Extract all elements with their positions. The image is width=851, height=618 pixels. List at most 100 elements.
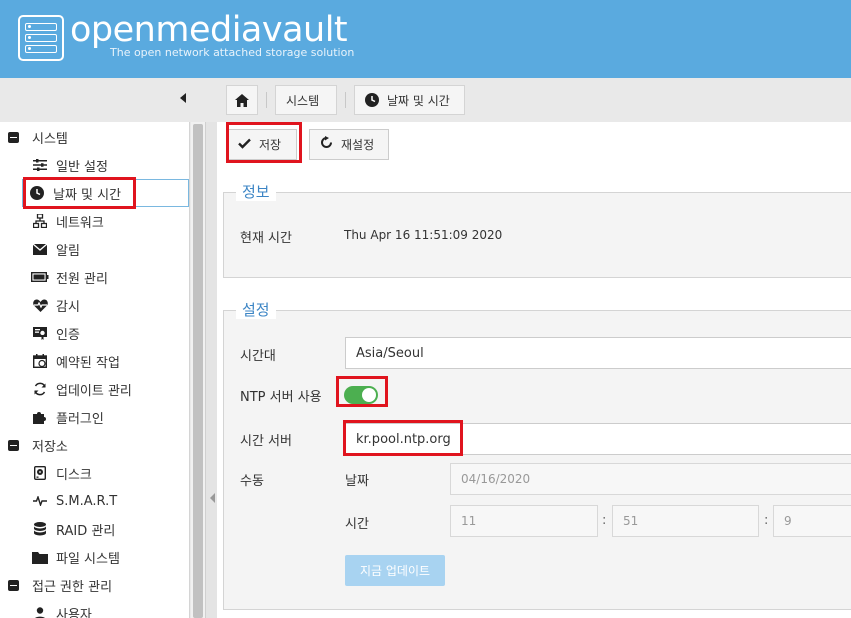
- logo-server-icon: [18, 15, 64, 61]
- time-server-value: kr.pool.ntp.org: [356, 431, 451, 447]
- second-input[interactable]: 9: [773, 505, 851, 537]
- breadcrumb-separator: [345, 92, 346, 108]
- calendar-icon: [30, 353, 50, 369]
- nav-group-storage[interactable]: 저장소: [0, 431, 189, 459]
- hour-input[interactable]: 11: [450, 505, 598, 537]
- sidebar-item-label: S.M.A.R.T: [56, 493, 118, 509]
- sidebar-item-network[interactable]: 네트워크: [26, 207, 189, 235]
- second-value: 9: [784, 514, 792, 528]
- sidebar-item-filesystems[interactable]: 파일 시스템: [26, 543, 189, 571]
- sidebar-item-label: 감시: [56, 299, 80, 315]
- sidebar-item-smart[interactable]: S.M.A.R.T: [26, 487, 189, 515]
- time-server-input[interactable]: kr.pool.ntp.org: [345, 423, 851, 455]
- brand-name: openmediavault: [70, 10, 348, 50]
- disk-icon: [30, 465, 50, 481]
- sidebar-nav: 시스템 일반 설정 날짜 및 시간 네트워크 알림 전원 관리 감시 인증 예약…: [0, 122, 190, 618]
- date-value: 04/16/2020: [461, 472, 531, 486]
- sidebar-item-datetime[interactable]: 날짜 및 시간: [22, 179, 189, 207]
- sidebar-item-label: 업데이트 관리: [56, 383, 132, 399]
- checkmark-icon: [238, 137, 251, 153]
- hour-value: 11: [461, 514, 477, 528]
- sidebar-item-monitoring[interactable]: 감시: [26, 291, 189, 319]
- user-icon: [30, 605, 50, 618]
- sidebar-item-general[interactable]: 일반 설정: [26, 151, 189, 179]
- main-panel: 저장 재설정 정보 현재 시간 Thu Apr 16 11:51:09 2020…: [217, 122, 851, 618]
- nav-group-system[interactable]: 시스템: [0, 123, 189, 151]
- info-fieldset: 정보 현재 시간 Thu Apr 16 11:51:09 2020: [223, 183, 851, 278]
- sidebar-item-raid[interactable]: RAID 관리: [26, 515, 189, 543]
- sidebar-item-plugins[interactable]: 플러그인: [26, 403, 189, 431]
- collapse-minus-icon: [8, 579, 19, 591]
- sidebar-item-users[interactable]: 사용자: [26, 599, 189, 618]
- sidebar-item-label: 인증: [56, 327, 80, 343]
- sidebar-item-notification[interactable]: 알림: [26, 235, 189, 263]
- reset-button-label: 재설정: [341, 138, 375, 152]
- sidebar-item-label: 전원 관리: [56, 271, 108, 287]
- sidebar-item-label: 플러그인: [56, 411, 104, 427]
- breadcrumb-home[interactable]: [226, 85, 258, 115]
- sidebar-item-update-management[interactable]: 업데이트 관리: [26, 375, 189, 403]
- breadcrumb-system[interactable]: 시스템: [275, 85, 337, 115]
- pulse-icon: [30, 493, 50, 509]
- splitter-collapse-icon[interactable]: [210, 493, 215, 503]
- reset-button[interactable]: 재설정: [309, 129, 389, 160]
- sidebar-item-certificates[interactable]: 인증: [26, 319, 189, 347]
- breadcrumb-datetime-label: 날짜 및 시간: [387, 93, 450, 108]
- sidebar-item-label: 예약된 작업: [56, 355, 120, 371]
- breadcrumb-separator: [266, 92, 267, 108]
- save-button[interactable]: 저장: [227, 129, 297, 160]
- network-icon: [30, 213, 50, 229]
- envelope-icon: [30, 241, 50, 257]
- sidebar-item-label: 일반 설정: [56, 159, 108, 175]
- manual-label: 수동: [240, 474, 264, 489]
- time-server-label: 시간 서버: [240, 434, 292, 449]
- collapse-sidebar-icon[interactable]: [180, 93, 186, 103]
- current-time-value: Thu Apr 16 11:51:09 2020: [344, 228, 503, 242]
- sidebar-item-scheduled-jobs[interactable]: 예약된 작업: [26, 347, 189, 375]
- clock-icon: [365, 93, 379, 107]
- sliders-icon: [30, 157, 50, 173]
- sidebar-item-label: 파일 시스템: [56, 551, 120, 567]
- clock-icon: [27, 185, 47, 201]
- puzzle-icon: [30, 409, 50, 425]
- sidebar-item-label: 디스크: [56, 467, 92, 483]
- database-icon: [30, 521, 50, 537]
- sidebar-item-label: 네트워크: [56, 215, 104, 231]
- current-time-label: 현재 시간: [240, 231, 292, 246]
- folder-icon: [30, 549, 50, 565]
- date-input[interactable]: 04/16/2020: [450, 463, 851, 495]
- brand-tagline: The open network attached storage soluti…: [110, 46, 355, 59]
- time-label: 시간: [345, 517, 369, 532]
- update-now-button[interactable]: 지금 업데이트: [345, 555, 445, 586]
- nav-group-label: 저장소: [32, 439, 68, 455]
- nav-group-access[interactable]: 접근 권한 관리: [0, 571, 189, 599]
- info-legend: 정보: [236, 183, 276, 201]
- timezone-value: Asia/Seoul: [356, 345, 424, 361]
- collapse-minus-icon: [8, 131, 19, 143]
- settings-fieldset: 설정 시간대 Asia/Seoul NTP 서버 사용 시간 서버 kr.poo…: [223, 301, 851, 610]
- sidebar-item-power[interactable]: 전원 관리: [26, 263, 189, 291]
- battery-icon: [30, 269, 50, 285]
- sidebar-scrollbar-thumb[interactable]: [193, 124, 203, 618]
- sidebar-item-label: RAID 관리: [56, 523, 116, 539]
- nav-group-label: 시스템: [32, 131, 68, 147]
- panel-splitter[interactable]: [205, 122, 217, 618]
- certificate-icon: [30, 325, 50, 341]
- timezone-select[interactable]: Asia/Seoul: [345, 337, 851, 369]
- breadcrumb-datetime[interactable]: 날짜 및 시간: [354, 85, 465, 115]
- settings-legend: 설정: [236, 301, 276, 319]
- ntp-toggle[interactable]: [344, 386, 378, 404]
- breadcrumb-bar: 시스템 날짜 및 시간: [0, 78, 851, 122]
- minute-input[interactable]: 51: [612, 505, 759, 537]
- sidebar-item-label: 사용자: [56, 607, 92, 618]
- sidebar-item-disks[interactable]: 디스크: [26, 459, 189, 487]
- heartbeat-icon: [30, 297, 50, 313]
- date-label: 날짜: [345, 474, 369, 489]
- time-separator: :: [602, 513, 607, 528]
- timezone-label: 시간대: [240, 349, 276, 364]
- minute-value: 51: [623, 514, 639, 528]
- sidebar-item-label: 날짜 및 시간: [53, 187, 122, 203]
- collapse-minus-icon: [8, 439, 19, 451]
- refresh-icon: [30, 381, 50, 397]
- app-header: openmediavault The open network attached…: [0, 0, 851, 78]
